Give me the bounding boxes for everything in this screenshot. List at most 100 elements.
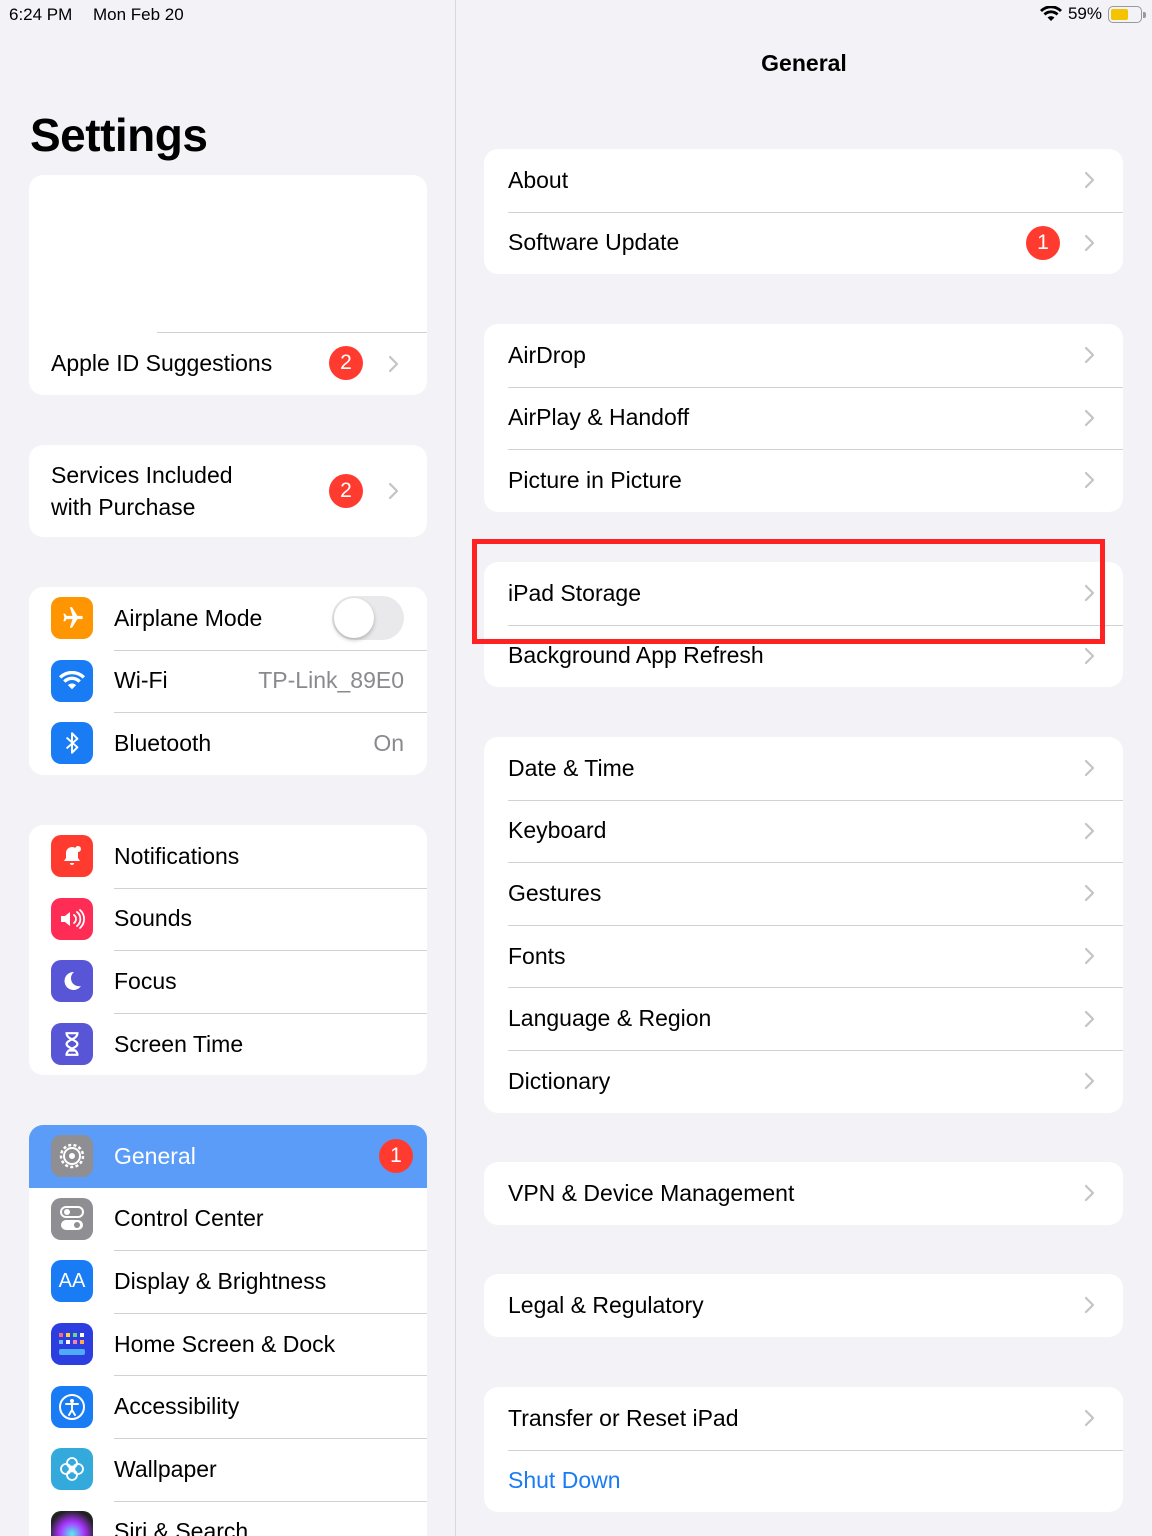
- screen-time-label: Screen Time: [114, 1030, 244, 1057]
- shut-down-label: Shut Down: [508, 1467, 621, 1494]
- services-label: Services Included with Purchase: [51, 459, 427, 523]
- airplane-mode-toggle[interactable]: [332, 596, 404, 640]
- services-group: Services Included with Purchase 2: [29, 445, 427, 537]
- sidebar-item-home-screen[interactable]: Home Screen & Dock: [29, 1312, 427, 1376]
- wifi-network-value: TP-Link_89E0: [258, 667, 404, 694]
- bluetooth-value: On: [373, 729, 404, 756]
- sidebar-item-wallpaper[interactable]: Wallpaper: [29, 1437, 427, 1501]
- transfer-reset-label: Transfer or Reset iPad: [508, 1404, 739, 1431]
- badge: 2: [329, 474, 363, 508]
- bell-icon: [51, 835, 93, 878]
- legal-regulatory-row[interactable]: Legal & Regulatory: [484, 1274, 1123, 1337]
- siri-search-label: Siri & Search: [114, 1518, 249, 1536]
- dictionary-row[interactable]: Dictionary: [484, 1049, 1123, 1113]
- gestures-row[interactable]: Gestures: [484, 862, 1123, 925]
- detail-group-reset: Transfer or Reset iPad Shut Down: [484, 1387, 1123, 1513]
- sidebar-item-control-center[interactable]: Control Center: [29, 1188, 427, 1251]
- sidebar-item-notifications[interactable]: Notifications: [29, 825, 427, 888]
- fonts-label: Fonts: [508, 942, 566, 969]
- accessibility-icon: [51, 1385, 93, 1428]
- accessibility-label: Accessibility: [114, 1393, 240, 1420]
- transfer-reset-row[interactable]: Transfer or Reset iPad: [484, 1387, 1123, 1450]
- chevron-right-icon: [1084, 1185, 1095, 1202]
- notifications-group: Notifications Sounds Focus Screen Time: [29, 825, 427, 1076]
- badge: 1: [379, 1139, 413, 1173]
- keyboard-row[interactable]: Keyboard: [484, 799, 1123, 863]
- chevron-right-icon: [1084, 1010, 1095, 1027]
- sidebar-item-sounds[interactable]: Sounds: [29, 887, 427, 951]
- airdrop-row[interactable]: AirDrop: [484, 324, 1123, 387]
- chevron-right-icon: [1084, 647, 1095, 664]
- sidebar-item-siri-search[interactable]: Siri & Search: [29, 1500, 427, 1536]
- sidebar-item-airplane-mode[interactable]: Airplane Mode: [29, 587, 427, 650]
- airplay-handoff-row[interactable]: AirPlay & Handoff: [484, 386, 1123, 450]
- about-label: About: [508, 166, 569, 193]
- picture-in-picture-label: Picture in Picture: [508, 466, 682, 493]
- sidebar-title: Settings: [30, 109, 208, 161]
- apple-id-suggestions-row[interactable]: Apple ID Suggestions 2: [29, 332, 427, 395]
- chevron-right-icon: [1084, 1073, 1095, 1090]
- home-screen-label: Home Screen & Dock: [114, 1330, 336, 1357]
- wallpaper-label: Wallpaper: [114, 1455, 217, 1482]
- chevron-right-icon: [388, 482, 399, 500]
- detail-pane: General About Software Update 1 AirDrop …: [456, 0, 1152, 1536]
- hourglass-icon: [51, 1023, 93, 1066]
- shut-down-row[interactable]: Shut Down: [484, 1449, 1123, 1513]
- picture-in-picture-row[interactable]: Picture in Picture: [484, 449, 1123, 512]
- highlight-annotation-box: [472, 539, 1105, 644]
- date-time-row[interactable]: Date & Time: [484, 737, 1123, 800]
- sidebar-item-screen-time[interactable]: Screen Time: [29, 1012, 427, 1076]
- grid-icon: [51, 1323, 93, 1366]
- detail-group-legal: Legal & Regulatory: [484, 1274, 1123, 1337]
- vpn-device-management-row[interactable]: VPN & Device Management: [484, 1162, 1123, 1225]
- control-center-label: Control Center: [114, 1205, 264, 1232]
- badge: 2: [329, 346, 363, 380]
- chevron-right-icon: [1084, 172, 1095, 189]
- gear-icon: [51, 1135, 93, 1178]
- detail-group-vpn: VPN & Device Management: [484, 1162, 1123, 1225]
- about-row[interactable]: About: [484, 149, 1123, 212]
- sidebar-item-wifi[interactable]: Wi-Fi TP-Link_89E0: [29, 649, 427, 713]
- bluetooth-icon: [51, 722, 93, 765]
- chevron-right-icon: [388, 355, 399, 372]
- moon-icon: [51, 960, 93, 1003]
- chevron-right-icon: [1084, 347, 1095, 364]
- vpn-device-management-label: VPN & Device Management: [508, 1179, 795, 1206]
- sidebar-item-accessibility[interactable]: Accessibility: [29, 1375, 427, 1438]
- detail-group-about: About Software Update 1: [484, 149, 1123, 275]
- badge: 1: [1026, 225, 1060, 260]
- general-group: General 1 Control Center AA Display & Br…: [29, 1125, 427, 1536]
- airplay-handoff-label: AirPlay & Handoff: [508, 404, 690, 431]
- background-app-refresh-label: Background App Refresh: [508, 642, 764, 669]
- toggles-icon: [51, 1197, 93, 1240]
- sidebar: Settings Apple ID Suggestions 2 Services…: [0, 0, 455, 1536]
- chevron-right-icon: [1084, 760, 1095, 777]
- focus-label: Focus: [114, 967, 177, 994]
- sounds-label: Sounds: [114, 905, 193, 932]
- detail-group-airdrop: AirDrop AirPlay & Handoff Picture in Pic…: [484, 324, 1123, 512]
- airdrop-label: AirDrop: [508, 341, 586, 368]
- sidebar-item-focus[interactable]: Focus: [29, 950, 427, 1013]
- wifi-icon: [51, 659, 93, 702]
- chevron-right-icon: [1084, 409, 1095, 426]
- software-update-row[interactable]: Software Update 1: [484, 211, 1123, 275]
- connectivity-group: Airplane Mode Wi-Fi TP-Link_89E0 Bluetoo…: [29, 587, 427, 775]
- speaker-icon: [51, 897, 93, 940]
- chevron-right-icon: [1084, 885, 1095, 902]
- display-brightness-label: Display & Brightness: [114, 1267, 327, 1294]
- chevron-right-icon: [1084, 234, 1095, 251]
- apple-id-profile-area[interactable]: [29, 175, 427, 332]
- sidebar-item-general[interactable]: General 1: [29, 1125, 427, 1188]
- fonts-row[interactable]: Fonts: [484, 924, 1123, 988]
- sidebar-item-display-brightness[interactable]: AA Display & Brightness: [29, 1250, 427, 1313]
- apple-id-suggestions-label: Apple ID Suggestions: [51, 350, 273, 376]
- sidebar-item-bluetooth[interactable]: Bluetooth On: [29, 712, 427, 775]
- services-label-line1: Services Included: [51, 462, 233, 488]
- language-region-row[interactable]: Language & Region: [484, 987, 1123, 1050]
- services-label-line2: with Purchase: [51, 494, 196, 520]
- apple-id-group: Apple ID Suggestions 2: [29, 175, 427, 395]
- siri-icon: [51, 1510, 93, 1536]
- services-included-row[interactable]: Services Included with Purchase 2: [29, 445, 427, 537]
- airplane-icon: [51, 597, 93, 640]
- keyboard-label: Keyboard: [508, 817, 607, 844]
